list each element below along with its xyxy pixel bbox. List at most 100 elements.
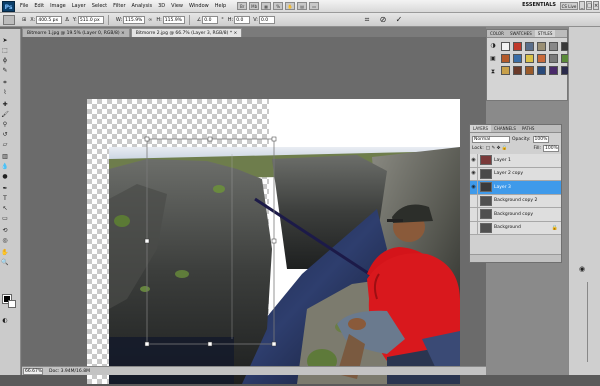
link-proportions-icon[interactable]: ∞ (148, 17, 152, 23)
healing-brush-tool-icon[interactable]: ✚ (1, 101, 9, 109)
tab-bitmorre-2[interactable]: Bitmorre 2.jpg @ 66.7% (Layer 3, RGB/8) … (130, 28, 243, 37)
style-swatch[interactable] (549, 54, 558, 63)
navigator-icon[interactable]: ◉ (575, 265, 589, 273)
move-tool-icon[interactable]: ➤ (1, 37, 9, 45)
hand-tool-icon[interactable]: ✋ (1, 249, 9, 257)
visibility-eye-icon[interactable]: ◉ (470, 167, 478, 181)
shape-tool-icon[interactable]: ▭ (1, 215, 9, 223)
warp-mode-icon[interactable]: ⌗ (362, 14, 372, 25)
menu-3d[interactable]: 3D (155, 0, 168, 13)
layer-row[interactable]: ◉ Layer 3 (470, 180, 561, 195)
3d-rotate-tool-icon[interactable]: ⟲ (1, 227, 9, 235)
menu-image[interactable]: Image (47, 0, 69, 13)
x-position-field[interactable]: 400.5 px (36, 15, 63, 24)
crop-tool-icon[interactable]: ⌗ (1, 79, 9, 87)
lasso-tool-icon[interactable]: ϕ (1, 57, 9, 65)
layer-row[interactable]: ◉ Background 🔒 (470, 221, 561, 235)
menu-filter[interactable]: Filter (110, 0, 128, 13)
quick-select-tool-icon[interactable]: ✎ (1, 67, 9, 75)
arrange-documents-icon[interactable]: ▤ (297, 2, 308, 10)
screen-mode-icon[interactable]: ▭ (309, 2, 320, 10)
panel-scrollbar[interactable] (587, 282, 597, 362)
layer-row[interactable]: ◉ Background copy 2 (470, 194, 561, 208)
workspace-switcher[interactable]: ESSENTIALS (522, 2, 556, 8)
style-swatch[interactable] (525, 54, 534, 63)
y-position-field[interactable]: 511.0 px (77, 15, 104, 24)
style-swatch[interactable] (513, 54, 522, 63)
visibility-eye-icon[interactable]: ◉ (470, 207, 478, 221)
eraser-tool-icon[interactable]: ▱ (1, 141, 9, 149)
height-scale-field[interactable]: 115.9% (162, 15, 185, 24)
eyedropper-tool-icon[interactable]: ⌇ (1, 89, 9, 97)
bridge-icon[interactable]: Br (237, 2, 248, 10)
style-swatch[interactable] (501, 66, 510, 75)
type-tool-icon[interactable]: T (1, 195, 9, 203)
menu-edit[interactable]: Edit (31, 0, 47, 13)
visibility-eye-icon[interactable]: ◉ (470, 153, 478, 167)
background-color-swatch[interactable] (8, 300, 16, 308)
masks-icon[interactable]: ▣ (489, 55, 497, 63)
layer-row[interactable]: ◉ Layer 2 copy (470, 167, 561, 181)
style-swatch[interactable] (537, 42, 546, 51)
visibility-eye-icon[interactable]: ◉ (470, 194, 478, 208)
fill-field[interactable]: 100% (543, 145, 559, 152)
style-swatch[interactable] (549, 42, 558, 51)
layer-row[interactable]: ◉ Layer 1 (470, 153, 561, 168)
gradient-tool-icon[interactable]: ▥ (1, 153, 9, 161)
dodge-tool-icon[interactable]: ● (1, 173, 9, 181)
brush-tool-icon[interactable]: 🖌 (1, 111, 9, 119)
close-icon[interactable]: × (593, 1, 599, 10)
hand-tool-icon[interactable]: ✋ (285, 2, 296, 10)
rotation-angle-field[interactable]: 0.0 (202, 15, 219, 24)
relative-position-icon[interactable]: Δ (65, 17, 68, 23)
3d-orbit-tool-icon[interactable]: ◎ (1, 237, 9, 245)
tab-swatches[interactable]: SWATCHES (507, 30, 535, 37)
path-selection-tool-icon[interactable]: ↖ (1, 205, 9, 213)
menu-view[interactable]: View (168, 0, 186, 13)
pen-tool-icon[interactable]: ✒ (1, 185, 9, 193)
zoom-tool-icon[interactable]: 🔍 (1, 259, 9, 267)
horizontal-skew-field[interactable]: 0.0 (234, 15, 251, 24)
marquee-tool-icon[interactable]: ⬚ (1, 47, 9, 55)
visibility-eye-icon[interactable]: ◉ (470, 221, 478, 235)
opacity-field[interactable]: 100% (532, 136, 549, 143)
tab-layers[interactable]: LAYERS (470, 125, 492, 132)
menu-select[interactable]: Select (89, 0, 110, 13)
mini-bridge-icon[interactable]: Mb (249, 2, 260, 10)
style-swatch[interactable] (549, 66, 558, 75)
cs-live-button[interactable]: CS Live (560, 2, 578, 10)
menu-window[interactable]: Window (186, 0, 212, 13)
style-swatch[interactable] (537, 66, 546, 75)
style-swatch[interactable] (525, 42, 534, 51)
layer-row[interactable]: ◉ Background copy (470, 207, 561, 222)
zoom-level-icon[interactable]: % (273, 2, 284, 10)
tab-bitmorre-1[interactable]: Bitmorre 1.jpg @ 19.5% (Layer 0, RGB/8) … (22, 28, 130, 37)
tab-color[interactable]: COLOR (487, 30, 507, 37)
view-extras-icon[interactable]: ▦ (261, 2, 272, 10)
adjustments-icon[interactable]: ◑ (489, 42, 497, 50)
tab-channels[interactable]: CHANNELS (491, 125, 519, 132)
reference-point-icon[interactable]: ⊞ (22, 17, 26, 23)
minimize-icon[interactable]: _ (579, 1, 585, 10)
width-scale-field[interactable]: 115.9% (123, 15, 146, 24)
canvas-area[interactable] (22, 37, 486, 384)
style-swatch[interactable] (513, 42, 522, 51)
style-swatch[interactable] (525, 66, 534, 75)
lock-icons[interactable]: □ ✎ ✥ 🔒 (486, 146, 508, 151)
menu-help[interactable]: Help (212, 0, 229, 13)
tab-paths[interactable]: PATHS (519, 125, 538, 132)
menu-layer[interactable]: Layer (69, 0, 89, 13)
zoom-field[interactable]: 66.67% (23, 367, 43, 375)
cancel-transform-icon[interactable]: ⊘ (378, 14, 388, 25)
menu-file[interactable]: File (17, 0, 31, 13)
tool-preset-picker[interactable] (3, 14, 15, 25)
document-canvas[interactable] (87, 99, 460, 384)
blend-mode-select[interactable]: Normal (472, 136, 510, 143)
tab-styles[interactable]: STYLES (534, 30, 556, 37)
blur-tool-icon[interactable]: 💧 (1, 163, 9, 171)
style-swatch[interactable] (537, 54, 546, 63)
maximize-icon[interactable]: □ (586, 1, 592, 10)
style-swatch[interactable] (501, 54, 510, 63)
style-swatch[interactable] (501, 42, 510, 51)
quick-mask-icon[interactable]: ◐ (1, 317, 9, 325)
